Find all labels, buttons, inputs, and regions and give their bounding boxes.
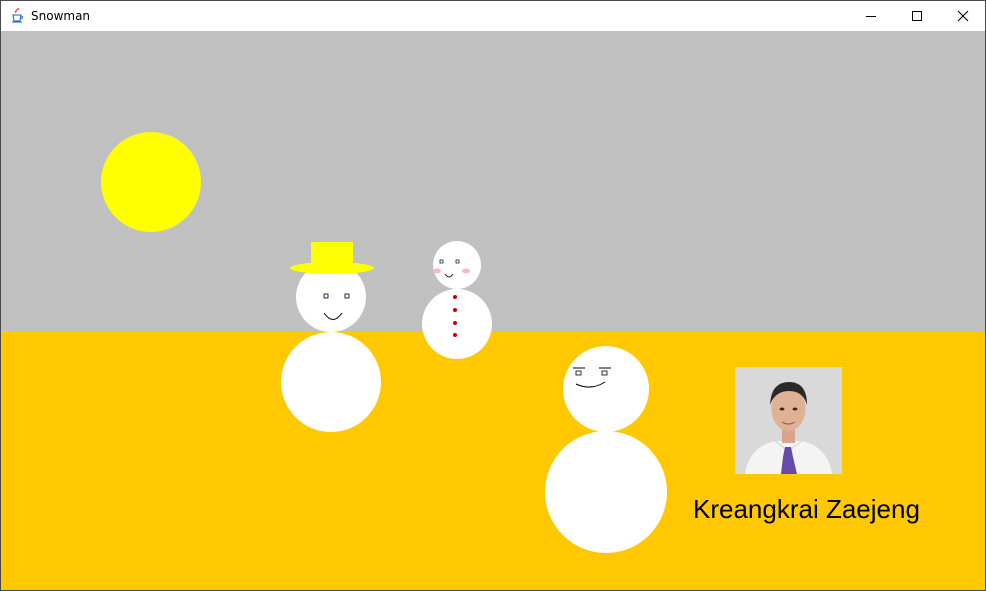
minimize-icon: [866, 16, 876, 17]
snowman-body: [545, 431, 667, 553]
button: [453, 333, 457, 337]
close-button[interactable]: [940, 1, 985, 31]
java-cup-icon: [10, 7, 24, 23]
button: [453, 308, 457, 312]
left-blush: [433, 268, 441, 274]
author-name: Kreangkrai Zaejeng: [693, 494, 920, 524]
button: [453, 295, 457, 299]
snowman-head: [563, 346, 649, 432]
title-bar[interactable]: Snowman: [1, 1, 985, 31]
close-icon: [957, 10, 969, 22]
hat-crown: [311, 242, 353, 270]
snowman-body: [422, 289, 492, 359]
sun: [101, 132, 201, 232]
snowman-canvas: Kreangkrai Zaejeng: [1, 31, 985, 590]
maximize-icon: [912, 11, 922, 21]
minimize-button[interactable]: [848, 1, 894, 31]
right-blush: [462, 268, 470, 274]
window-title: Snowman: [31, 9, 91, 23]
maximize-button[interactable]: [894, 1, 940, 31]
snowman-body: [281, 332, 381, 432]
snowman-head: [433, 241, 481, 289]
app-window: Snowman Kreangkrai Zaejeng: [0, 0, 986, 591]
button: [453, 321, 457, 325]
portrait-photo: [735, 367, 842, 474]
